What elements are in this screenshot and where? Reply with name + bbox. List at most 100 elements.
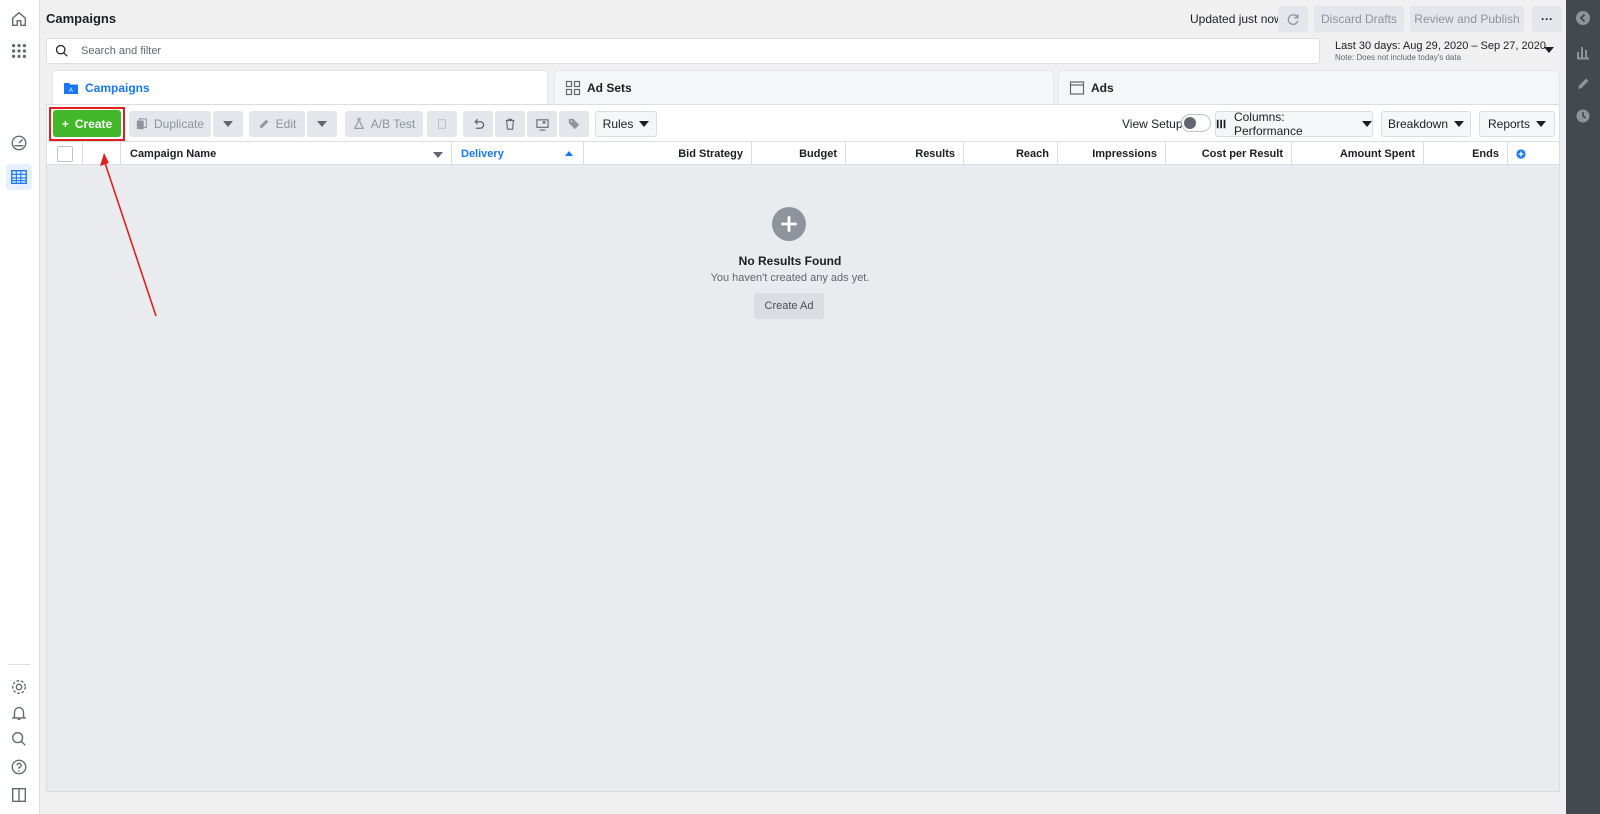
bar-chart-icon[interactable] <box>1575 44 1591 60</box>
create-button-label: Create <box>74 116 113 131</box>
edit-button[interactable]: Edit <box>249 111 305 137</box>
reports-label: Reports <box>1487 117 1531 131</box>
column-bid-strategy[interactable]: Bid Strategy <box>584 142 752 165</box>
tab-campaigns[interactable]: A Campaigns <box>52 70 548 106</box>
chevron-down-icon <box>1536 121 1547 127</box>
last-updated-text: Updated just now <box>1190 12 1283 26</box>
tab-ads[interactable]: Ads <box>1058 70 1560 104</box>
history-clock-icon[interactable] <box>1575 108 1591 124</box>
duplicate-label: Duplicate <box>153 117 205 131</box>
tab-ad-sets-label: Ad Sets <box>587 81 632 95</box>
apps-grid-icon[interactable] <box>8 40 30 62</box>
page-header: Campaigns Updated just now Discard Draft… <box>40 0 1566 36</box>
chevron-down-icon <box>317 121 327 127</box>
column-delivery-label: Delivery <box>461 147 504 160</box>
ads-manager-table-icon[interactable] <box>6 164 32 190</box>
column-ends[interactable]: Ends <box>1424 142 1508 165</box>
create-button[interactable]: + Create <box>53 110 121 137</box>
search-icon[interactable] <box>8 728 30 750</box>
empty-state-plus-icon <box>772 207 806 241</box>
column-results[interactable]: Results <box>846 142 964 165</box>
columns-button[interactable]: Columns: Performance <box>1215 110 1373 138</box>
column-budget[interactable]: Budget <box>752 142 846 165</box>
left-nav-rail <box>0 0 40 814</box>
toggle-column-header <box>83 142 121 165</box>
settings-gear-icon[interactable] <box>8 676 30 698</box>
refresh-button[interactable] <box>1278 6 1308 32</box>
tab-ads-label: Ads <box>1091 81 1114 95</box>
help-question-icon[interactable] <box>8 756 30 778</box>
column-campaign-name[interactable]: Campaign Name <box>121 142 452 165</box>
ab-test-button[interactable]: A/B Test <box>345 111 423 137</box>
breakdown-label: Breakdown <box>1387 117 1449 131</box>
chevron-down-icon <box>639 121 650 127</box>
tag-button[interactable] <box>559 111 589 137</box>
panel-toggle-icon[interactable] <box>8 784 30 806</box>
column-delivery[interactable]: Delivery <box>452 142 584 165</box>
date-range-note: Note: Does not include today's data <box>1335 53 1462 62</box>
tag-icon <box>568 118 580 130</box>
chevron-down-icon <box>223 121 233 127</box>
chevron-down-icon <box>1544 47 1554 53</box>
beaker-icon <box>353 118 365 129</box>
pencil-icon <box>259 119 268 129</box>
more-options-button[interactable]: ··· <box>1532 6 1562 32</box>
undo-button[interactable] <box>463 111 493 137</box>
rules-button[interactable]: Rules <box>595 111 657 137</box>
ab-test-label: A/B Test <box>370 117 416 131</box>
tab-ad-sets[interactable]: Ad Sets <box>554 70 1054 104</box>
rail-divider <box>8 664 30 665</box>
toggle-knob <box>1184 117 1196 129</box>
archive-icon <box>438 119 446 129</box>
column-cost-per-result[interactable]: Cost per Result <box>1166 142 1292 165</box>
trash-icon <box>505 118 515 130</box>
add-column-button[interactable] <box>1508 142 1534 165</box>
date-range-picker[interactable]: Last 30 days: Aug 29, 2020 – Sep 27, 202… <box>1324 38 1560 64</box>
refresh-icon <box>1287 14 1299 25</box>
edit-label: Edit <box>275 117 297 131</box>
breakdown-button[interactable]: Breakdown <box>1381 111 1471 137</box>
toolbar: + Create Duplicate Edit A/B Test Rules V… <box>47 105 1559 141</box>
campaign-folder-icon: A <box>64 83 78 94</box>
search-filter-bar[interactable]: Search and filter <box>46 38 1320 64</box>
discard-drafts-button[interactable]: Discard Drafts <box>1314 6 1404 32</box>
chevron-down-icon <box>1362 121 1372 127</box>
collapse-chevron-icon[interactable] <box>1575 10 1591 26</box>
dashboard-gauge-icon[interactable] <box>8 132 30 154</box>
columns-icon <box>1216 119 1226 129</box>
ads-window-icon <box>1069 81 1085 95</box>
duplicate-button[interactable]: Duplicate <box>129 111 211 137</box>
view-setup-label: View Setup <box>1122 117 1183 131</box>
search-placeholder: Search and filter <box>81 45 162 57</box>
pencil-edit-icon[interactable] <box>1575 76 1591 92</box>
export-button[interactable] <box>527 111 557 137</box>
columns-label: Columns: Performance <box>1233 110 1303 138</box>
review-and-publish-button[interactable]: Review and Publish <box>1410 6 1524 32</box>
duplicate-dropdown-button[interactable] <box>213 111 243 137</box>
create-ad-button[interactable]: Create Ad <box>754 293 824 319</box>
right-side-rail <box>1566 0 1600 814</box>
column-reach[interactable]: Reach <box>964 142 1058 165</box>
delete-button[interactable] <box>495 111 525 137</box>
reports-button[interactable]: Reports <box>1479 111 1555 137</box>
column-campaign-name-label: Campaign Name <box>130 147 217 160</box>
tab-campaigns-label: Campaigns <box>85 81 150 95</box>
view-setup-toggle[interactable] <box>1181 114 1211 132</box>
svg-text:A: A <box>69 88 73 94</box>
notifications-bell-icon[interactable] <box>8 702 30 724</box>
page-title: Campaigns <box>46 11 117 26</box>
column-amount-spent[interactable]: Amount Spent <box>1292 142 1424 165</box>
copy-icon <box>136 118 147 130</box>
ad-sets-grid-icon <box>565 80 581 96</box>
sort-ascending-icon <box>565 151 573 156</box>
empty-state-title: No Results Found <box>738 254 842 268</box>
campaigns-panel: + Create Duplicate Edit A/B Test Rules V… <box>46 104 1560 792</box>
search-icon <box>55 44 68 57</box>
plus-icon: + <box>61 116 69 131</box>
select-all-checkbox[interactable] <box>57 146 73 162</box>
home-icon[interactable] <box>8 8 30 30</box>
plus-circle-icon <box>1516 148 1526 159</box>
column-impressions[interactable]: Impressions <box>1058 142 1166 165</box>
archive-button[interactable] <box>427 111 457 137</box>
edit-dropdown-button[interactable] <box>307 111 337 137</box>
